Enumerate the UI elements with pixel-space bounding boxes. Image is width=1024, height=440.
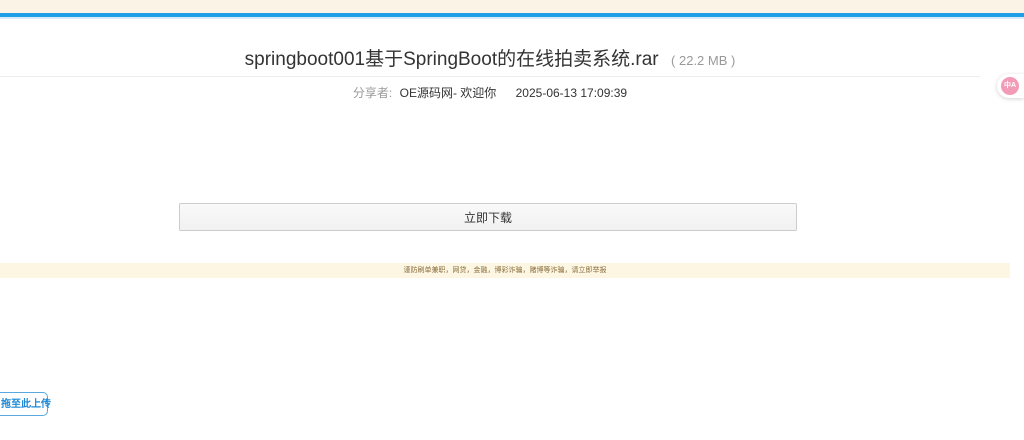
file-meta: 分享者: OE源码网- 欢迎你 2025-06-13 17:09:39: [0, 84, 980, 101]
top-strip: [0, 0, 1024, 13]
fraud-warning-bar: 谨防刷单兼职，网贷，金融，博彩诈骗，赌博等诈骗，请立即举报: [0, 263, 1010, 278]
download-button[interactable]: 立即下载: [179, 203, 797, 231]
sharer-label: 分享者:: [352, 86, 393, 100]
translate-icon[interactable]: 中A: [1001, 77, 1019, 95]
drag-upload-button[interactable]: 拖至此上传: [0, 392, 51, 416]
sharer-name: OE源码网- 欢迎你: [399, 86, 497, 100]
file-size: ( 22.2 MB ): [671, 53, 736, 68]
fraud-warning-text: 谨防刷单兼职，网贷，金融，博彩诈骗，赌博等诈骗，请立即举报: [403, 267, 607, 274]
header-accent-shadow: [0, 17, 1024, 19]
translate-widget[interactable]: 中A: [997, 74, 1024, 98]
file-title-row: springboot001基于SpringBoot的在线拍卖系统.rar ( 2…: [0, 44, 980, 71]
title-divider: [0, 76, 980, 77]
file-title: springboot001基于SpringBoot的在线拍卖系统.rar: [244, 49, 659, 70]
share-timestamp: 2025-06-13 17:09:39: [515, 86, 628, 100]
